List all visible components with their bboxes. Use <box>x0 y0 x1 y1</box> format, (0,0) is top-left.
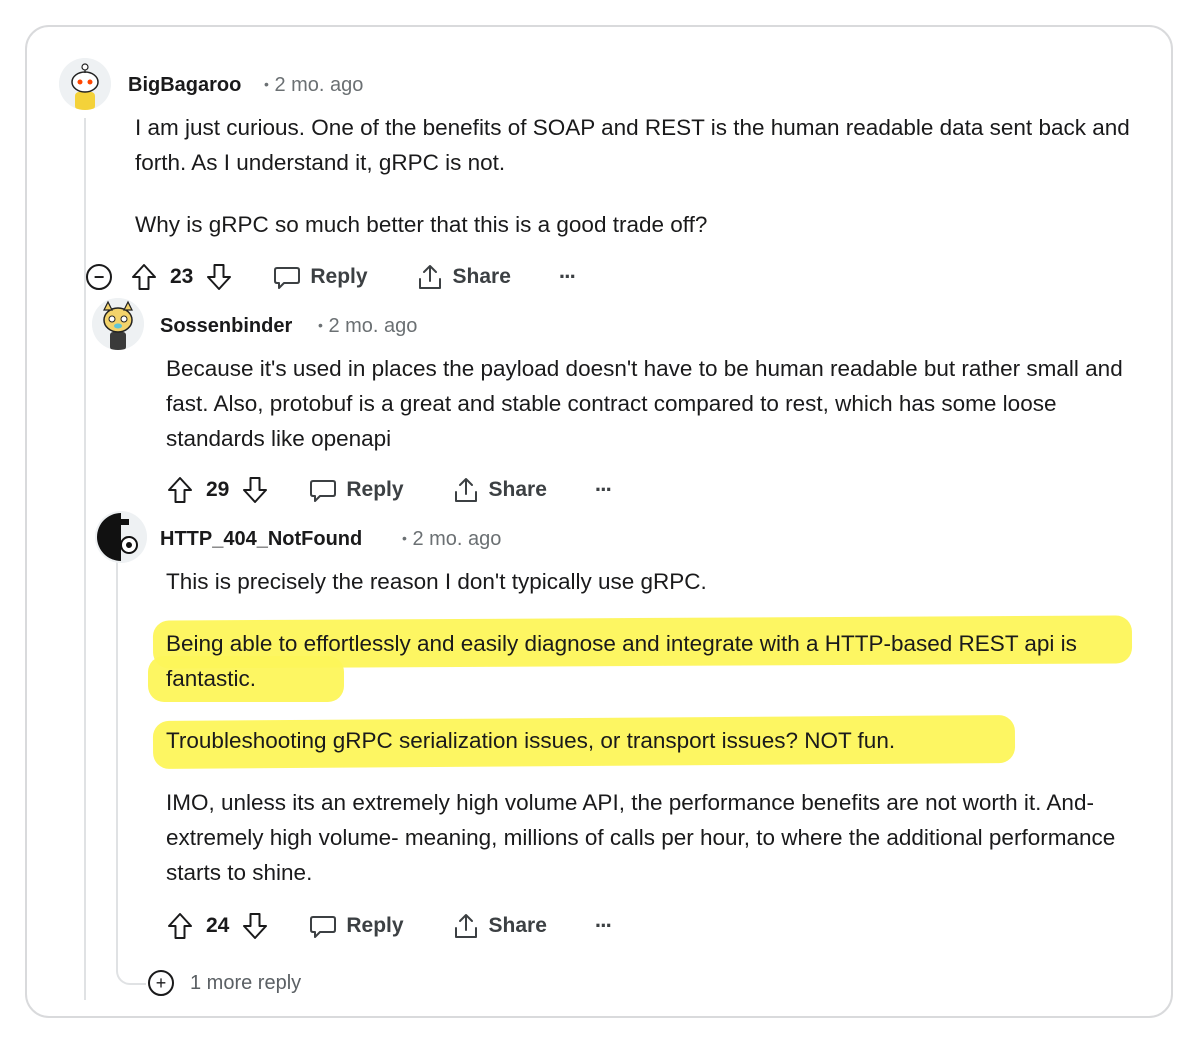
timestamp-text: 2 mo. ago <box>412 528 502 550</box>
share-button[interactable]: Share <box>452 911 547 941</box>
avatar[interactable] <box>59 58 111 110</box>
share-button[interactable]: Share <box>416 262 511 292</box>
share-label: Share <box>452 265 511 288</box>
thread-elbow <box>116 955 146 985</box>
comment-bubble-icon <box>310 480 337 502</box>
ellipsis-icon: ··· <box>594 913 613 938</box>
more-options-button[interactable]: ··· <box>558 264 577 290</box>
vote-count: 23 <box>170 265 194 288</box>
ellipsis-icon: ··· <box>558 264 577 289</box>
upvote-button[interactable] <box>166 475 194 505</box>
share-icon <box>454 914 477 938</box>
share-button[interactable]: Share <box>452 475 547 505</box>
minus-circle-icon: − <box>86 264 112 290</box>
avatar[interactable] <box>95 511 147 563</box>
comment-author[interactable]: HTTP_404_NotFound <box>160 528 362 551</box>
comment-paragraph: This is precisely the reason I don't typ… <box>166 569 707 594</box>
upvote-button[interactable] <box>166 911 194 941</box>
comment-bubble-icon <box>310 916 337 938</box>
upvote-arrow-icon <box>168 913 192 939</box>
collapse-button[interactable]: − <box>86 264 112 290</box>
comment-body: This is precisely the reason I don't typ… <box>166 564 1146 890</box>
black-snoo-avatar-icon <box>95 511 147 563</box>
timestamp-text: 2 mo. ago <box>274 74 364 96</box>
plus-circle-icon: + <box>148 970 174 996</box>
comment-paragraph: I am just curious. One of the benefits o… <box>135 115 1130 175</box>
thread-line-main[interactable] <box>84 118 86 1000</box>
downvote-button[interactable] <box>205 262 233 292</box>
snoo-avatar-icon <box>59 58 111 110</box>
dot-separator: • <box>318 317 323 333</box>
comment-actions: 29 Reply Share ··· <box>166 473 613 507</box>
timestamp-text: 2 mo. ago <box>328 315 418 337</box>
highlighted-paragraph: Being able to effortlessly and easily di… <box>166 631 1077 691</box>
more-options-button[interactable]: ··· <box>594 477 613 503</box>
comment-paragraph: Because it's used in places the payload … <box>166 356 1123 451</box>
share-icon <box>418 265 441 289</box>
dot-separator: • <box>264 76 269 92</box>
comment-author[interactable]: Sossenbinder <box>160 315 292 338</box>
downvote-button[interactable] <box>241 911 269 941</box>
comment-author[interactable]: BigBagaroo <box>128 74 241 97</box>
downvote-button[interactable] <box>241 475 269 505</box>
highlighted-paragraph: Troubleshooting gRPC serialization issue… <box>166 728 896 753</box>
share-label: Share <box>488 914 547 937</box>
comment-timestamp[interactable]: • 2 mo. ago <box>264 74 363 97</box>
share-label: Share <box>488 478 547 501</box>
snoo-dog-avatar-icon <box>92 298 144 350</box>
downvote-arrow-icon <box>243 477 268 503</box>
downvote-arrow-icon <box>243 913 268 939</box>
upvote-arrow-icon <box>132 264 156 290</box>
vote-count: 24 <box>206 914 230 937</box>
comment-actions: 24 Reply Share ··· <box>166 909 613 943</box>
more-replies-label: 1 more reply <box>190 971 302 994</box>
comment-paragraph: Why is gRPC so much better that this is … <box>135 212 708 237</box>
comment-timestamp[interactable]: • 2 mo. ago <box>318 315 417 338</box>
reply-button[interactable]: Reply <box>273 263 368 291</box>
ellipsis-icon: ··· <box>594 477 613 502</box>
reply-button[interactable]: Reply <box>309 912 404 940</box>
comment-paragraph: IMO, unless its an extremely high volume… <box>166 790 1116 885</box>
more-options-button[interactable]: ··· <box>594 913 613 939</box>
reply-label: Reply <box>310 265 368 288</box>
comment-timestamp[interactable]: • 2 mo. ago <box>402 528 501 551</box>
comment-bubble-icon <box>274 267 301 289</box>
dot-separator: • <box>402 530 407 546</box>
reply-label: Reply <box>346 914 404 937</box>
upvote-button[interactable] <box>130 262 158 292</box>
comment-body: I am just curious. One of the benefits o… <box>135 110 1145 242</box>
more-replies-button[interactable]: + 1 more reply <box>148 970 301 996</box>
reply-label: Reply <box>346 478 404 501</box>
share-icon <box>454 478 477 502</box>
downvote-arrow-icon <box>207 264 232 290</box>
avatar[interactable] <box>92 298 144 350</box>
comment-actions: − 23 Reply Share ··· <box>86 260 577 294</box>
thread-line-nested[interactable] <box>116 560 118 970</box>
upvote-arrow-icon <box>168 477 192 503</box>
comment-body: Because it's used in places the payload … <box>166 351 1146 456</box>
vote-count: 29 <box>206 478 230 501</box>
reply-button[interactable]: Reply <box>309 476 404 504</box>
